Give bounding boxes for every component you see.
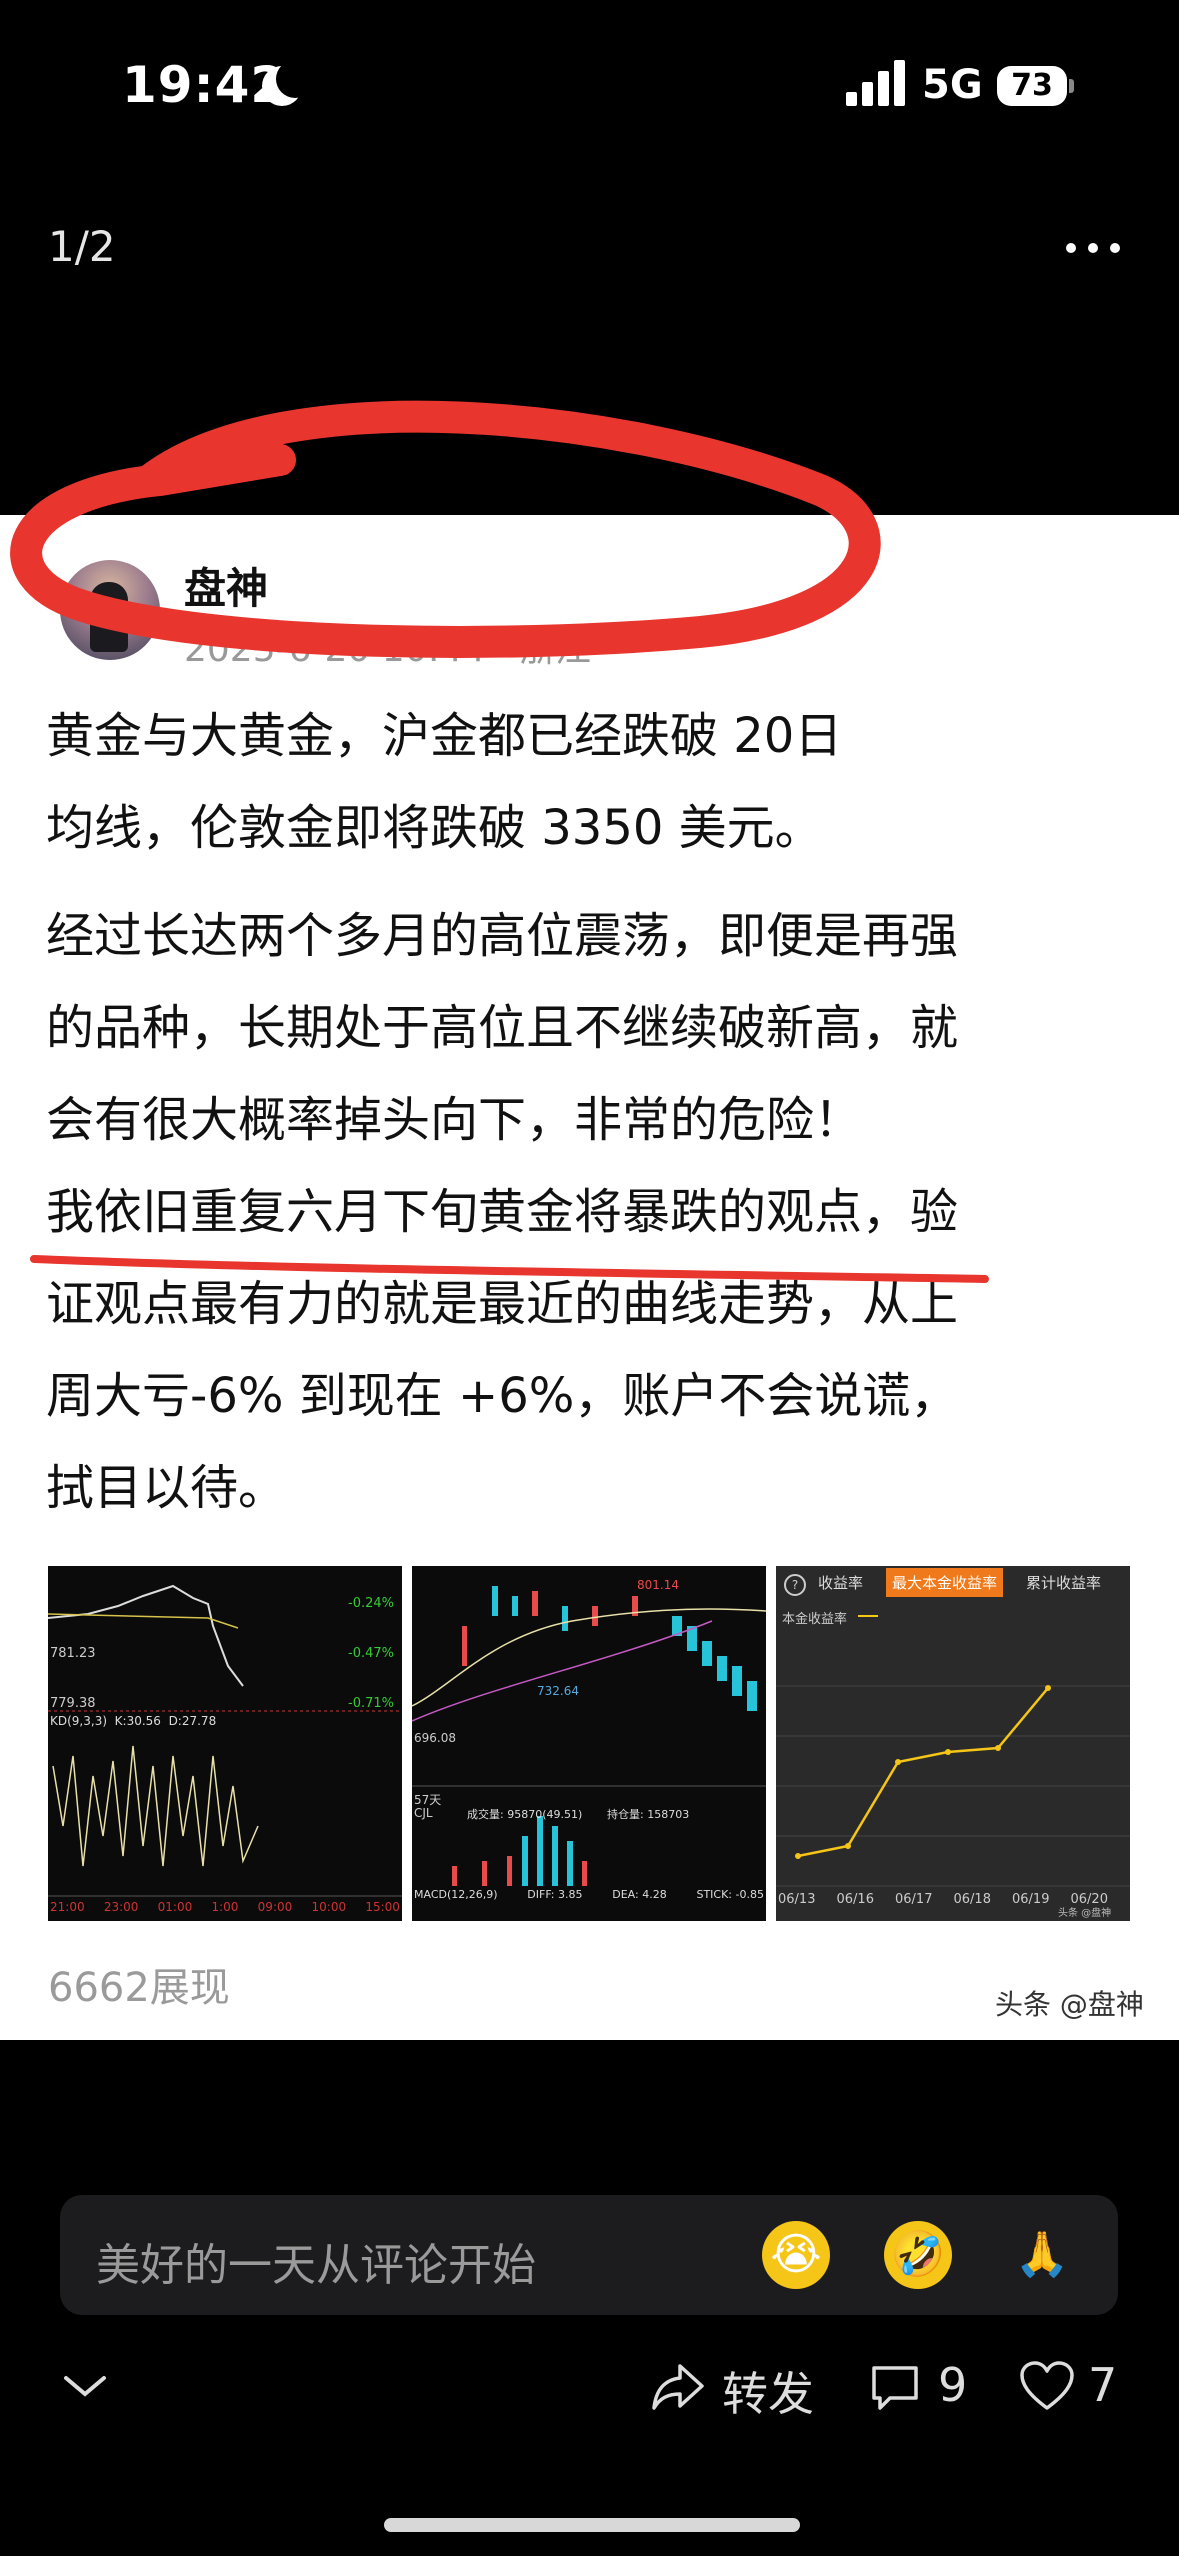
post-location: 浙江 [518, 629, 591, 670]
price-label-1: 781.23 [50, 1646, 96, 1661]
watermark: 头条 @盘神 [995, 1988, 1144, 2021]
moon-icon-mask [276, 60, 314, 98]
signal-icon [846, 60, 906, 106]
comment-input[interactable]: 美好的一天从评论开始 😭 🤣 🙏 [60, 2195, 1118, 2315]
macd-row: MACD(12,26,9) DIFF: 3.85 DEA: 4.28 STICK: -… [414, 1888, 764, 1901]
low-label: 732.64 [537, 1684, 579, 1698]
avatar-figure [90, 582, 128, 652]
comment-count[interactable]: 9 [938, 2358, 967, 2412]
network-label: 5G [922, 62, 983, 108]
author-name[interactable]: 盘神 [184, 555, 268, 616]
time-axis: 21:00 23:00 01:00 1:00 09:00 10:00 15:00 [50, 1900, 400, 1914]
thumbnail-intraday-chart[interactable]: 781.23 779.38 -0.24% -0.47% -0.71% KD(9,… [48, 1566, 402, 1921]
pct-label-2: -0.47% [348, 1646, 394, 1661]
high-label: 801.14 [637, 1578, 679, 1592]
laughing-emoji-icon[interactable]: 🤣 [884, 2221, 952, 2289]
crying-emoji-icon[interactable]: 😭 [762, 2221, 830, 2289]
like-count[interactable]: 7 [1088, 2358, 1117, 2412]
oi-label: 持仓量: 158703 [607, 1808, 690, 1821]
more-icon[interactable] [1060, 230, 1130, 266]
image-thumbnails: 781.23 779.38 -0.24% -0.47% -0.71% KD(9,… [48, 1566, 1131, 1921]
kd-label: KD(9,3,3) K:30.56 D:27.78 [50, 1714, 217, 1728]
share-icon[interactable] [650, 2360, 706, 2412]
price-label-2: 779.38 [50, 1696, 96, 1711]
view-count: 6662展现 [48, 1965, 230, 2011]
cjl-label: CJL [414, 1806, 433, 1820]
thumb-watermark: 头条 @盘神 [1058, 1908, 1112, 1919]
thumbnail-candlestick-chart[interactable]: 801.14 732.64 696.08 57天 CJL 成交量: 95870(… [412, 1566, 766, 1921]
battery-icon: 73 [997, 66, 1067, 106]
home-indicator[interactable] [384, 2518, 800, 2532]
volume-label: 成交量: 95870(49.51) [467, 1808, 583, 1821]
post-paragraph-1: 黄金与大黄金，沪金都已经跌破 20日 均线，伦敦金即将跌破 3350 美元。 [46, 708, 843, 856]
battery-tip [1069, 79, 1074, 93]
post-meta: 2025-6-20 10:44 浙江 [184, 620, 591, 672]
share-button[interactable]: 转发 [722, 2358, 814, 2424]
pct-label-3: -0.71% [348, 1696, 394, 1711]
page-indicator: 1/2 [48, 222, 116, 271]
like-icon[interactable] [1018, 2360, 1076, 2412]
left-label: 696.08 [414, 1731, 456, 1745]
comment-icon[interactable] [868, 2362, 922, 2412]
comment-placeholder: 美好的一天从评论开始 [96, 2240, 536, 2291]
thumbnail-return-chart[interactable]: ? 收益率 最大本金收益率 累计收益率 本金收益率 06/13 06/16 06/1… [776, 1566, 1130, 1921]
avatar[interactable] [60, 560, 160, 660]
chevron-down-icon[interactable] [62, 2372, 108, 2400]
post-date: 2025-6-20 10:44 [184, 629, 486, 670]
pct-label-1: -0.24% [348, 1596, 394, 1611]
post-paragraph-2: 经过长达两个多月的高位震荡，即便是再强 的品种，长期处于高位且不继续破新高，就 … [46, 908, 959, 1516]
high-five-emoji-icon[interactable]: 🙏 [1008, 2221, 1076, 2289]
